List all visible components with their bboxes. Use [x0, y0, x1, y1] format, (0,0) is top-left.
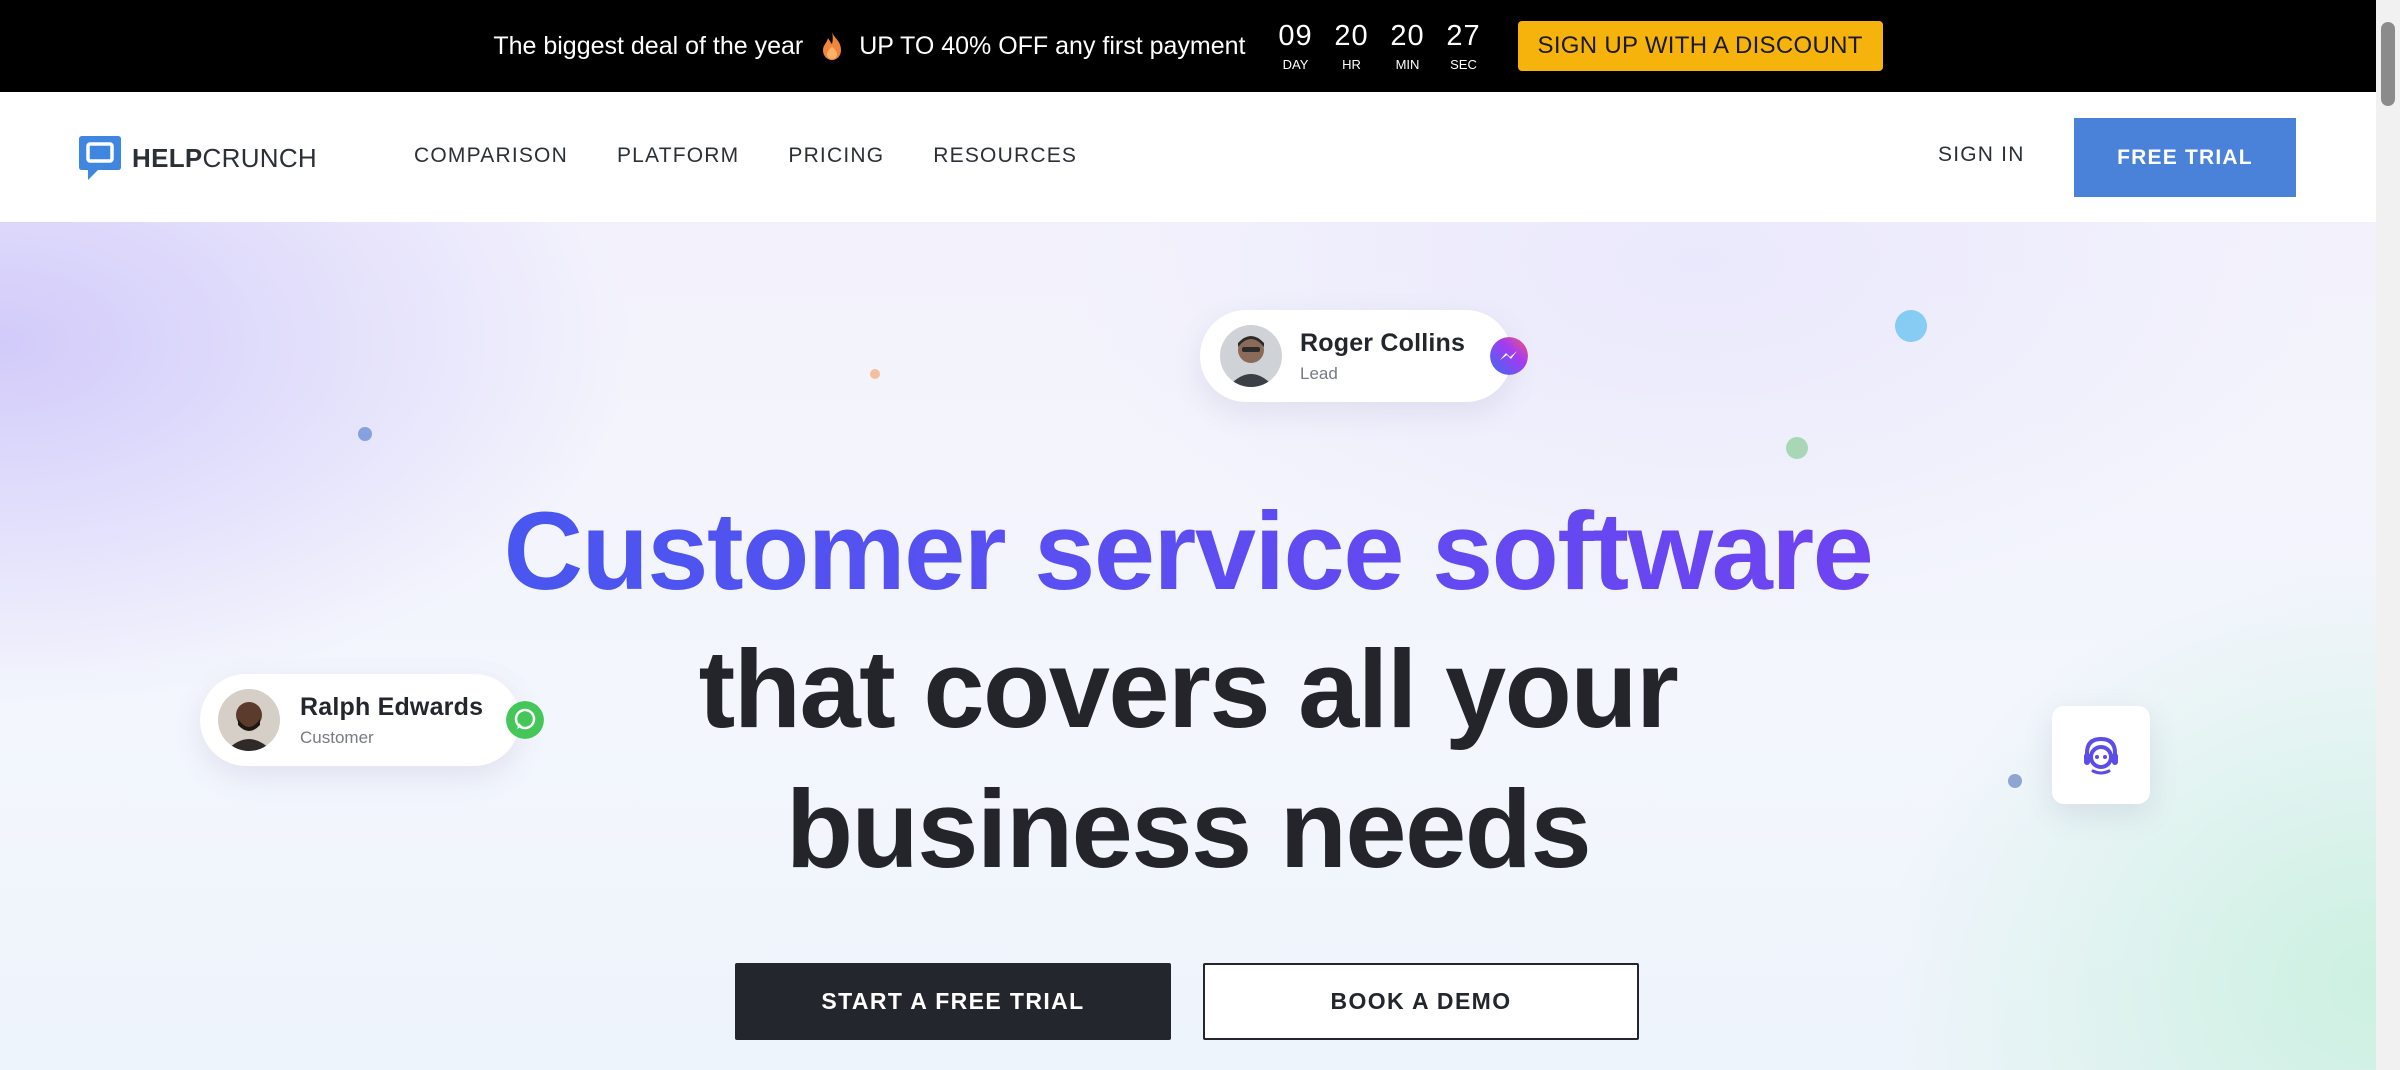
hero-headline-line3: business needs	[785, 768, 1592, 891]
promo-text: The biggest deal of the year UP TO 40% O…	[493, 31, 1246, 61]
sign-in-link[interactable]: SIGN IN	[1938, 143, 2025, 167]
contact-name: Roger Collins	[1300, 328, 1466, 357]
countdown-value: 20	[1334, 19, 1369, 52]
countdown-timer: 09 DAY 20 HR 20 MIN 27 SEC	[1268, 21, 1492, 72]
decorative-dot	[1786, 437, 1808, 459]
promo-bar: The biggest deal of the year UP TO 40% O…	[0, 0, 2376, 92]
free-trial-button[interactable]: FREE TRIAL	[2074, 118, 2296, 197]
scrollbar-thumb[interactable]	[2381, 22, 2395, 106]
decorative-dot	[358, 427, 372, 441]
decorative-dot	[870, 369, 880, 379]
hero-headline-highlight: Customer service software	[0, 492, 2376, 612]
page-scrollbar[interactable]	[2376, 0, 2400, 1070]
nav-platform[interactable]: PLATFORM	[617, 144, 739, 168]
countdown-days: 09 DAY	[1268, 21, 1324, 72]
countdown-label: DAY	[1282, 56, 1309, 72]
logo-wordmark-regular: CRUNCH	[202, 142, 318, 173]
countdown-minutes: 20 MIN	[1380, 21, 1436, 72]
nav-resources[interactable]: RESOURCES	[933, 144, 1077, 168]
support-chat-widget[interactable]	[2052, 706, 2150, 804]
contact-card-lead: Roger Collins Lead	[1200, 310, 1528, 402]
site-header: HELPCRUNCH COMPARISON PLATFORM PRICING R…	[0, 92, 2376, 222]
nav-comparison[interactable]: COMPARISON	[414, 144, 568, 168]
start-free-trial-button[interactable]: START A FREE TRIAL	[735, 963, 1171, 1040]
messenger-icon	[1490, 337, 1528, 375]
countdown-value: 09	[1278, 19, 1313, 52]
hero-headline-line2: that covers all your	[698, 628, 1679, 751]
headset-agent-icon	[2084, 736, 2118, 775]
logo-wordmark: HELPCRUNCH	[132, 143, 317, 174]
hero-section: Roger Collins Lead Ralph Edwards Custome…	[0, 222, 2376, 1070]
promo-text-after: UP TO 40% OFF any first payment	[859, 31, 1246, 60]
helpcrunch-logo[interactable]: HELPCRUNCH	[78, 134, 317, 182]
countdown-label: MIN	[1395, 56, 1420, 72]
chat-bubble-logo-icon	[79, 136, 121, 180]
countdown-value: 27	[1446, 19, 1481, 52]
decorative-dot	[1895, 310, 1927, 342]
countdown-value: 20	[1390, 19, 1425, 52]
nav-pricing[interactable]: PRICING	[788, 144, 884, 168]
main-nav: COMPARISON PLATFORM PRICING RESOURCES	[414, 144, 1126, 168]
countdown-hours: 20 HR	[1324, 21, 1380, 72]
flame-icon	[823, 32, 842, 60]
book-demo-button[interactable]: BOOK A DEMO	[1203, 963, 1639, 1040]
countdown-seconds: 27 SEC	[1436, 21, 1492, 72]
countdown-label: HR	[1342, 56, 1361, 72]
logo-wordmark-bold: HELP	[132, 142, 203, 173]
countdown-label: SEC	[1450, 56, 1477, 72]
contact-role: Lead	[1300, 363, 1338, 383]
avatar	[1220, 325, 1282, 387]
signup-discount-button[interactable]: SIGN UP WITH A DISCOUNT	[1517, 21, 1883, 71]
promo-text-before: The biggest deal of the year	[493, 31, 804, 60]
